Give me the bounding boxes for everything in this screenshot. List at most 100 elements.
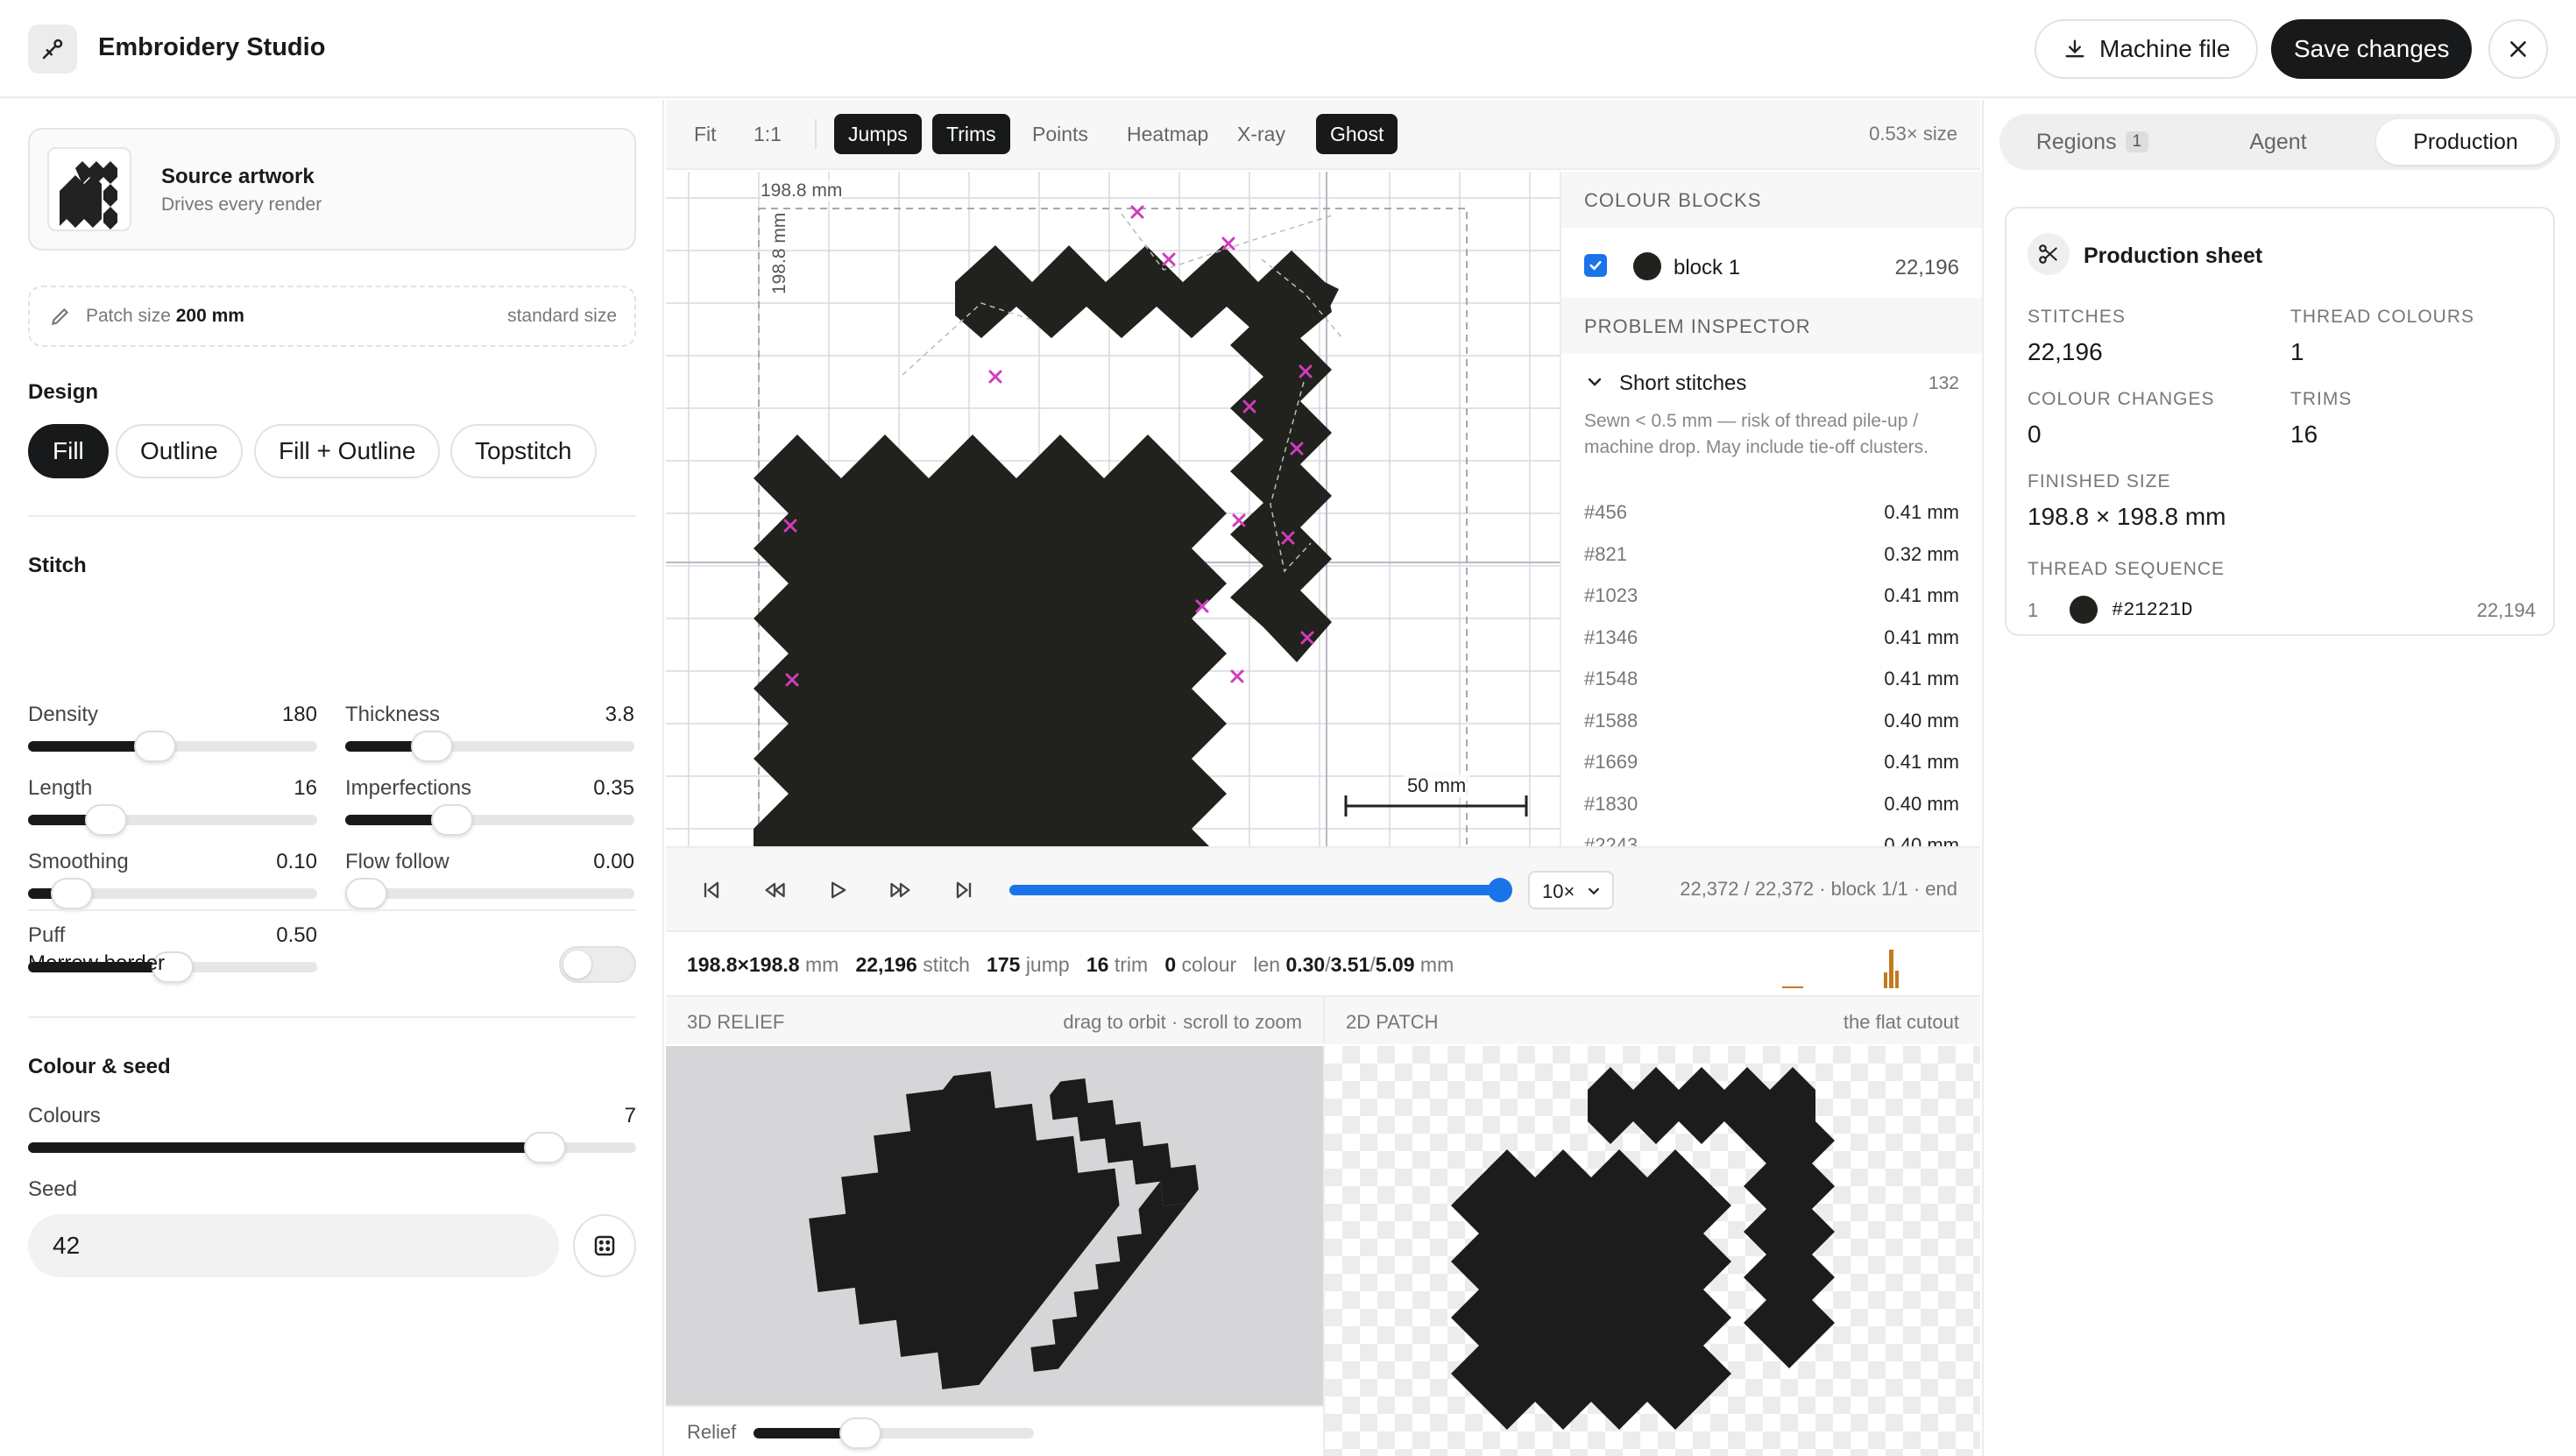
stat-trims-unit: trim (1114, 953, 1149, 976)
app-header: Embroidery Studio Machine file Save chan… (0, 0, 2576, 98)
design-option-outline[interactable]: Outline (116, 424, 243, 478)
problem-stitch-id: #1830 (1584, 792, 1638, 815)
speed-select[interactable]: 10× (1528, 871, 1614, 909)
relief-slider[interactable] (754, 1417, 1034, 1449)
tab-production[interactable]: Production (2376, 119, 2555, 165)
stat-len-label: len (1253, 953, 1281, 976)
heatmap-toggle[interactable]: Heatmap (1113, 114, 1222, 154)
problem-row[interactable]: #1588 0.40 mm (1584, 710, 1959, 732)
patch-view-title: 2D PATCH (1346, 1011, 1439, 1033)
problem-row[interactable]: #1669 0.41 mm (1584, 751, 1959, 774)
problem-stitch-id: #456 (1584, 501, 1627, 523)
close-button[interactable] (2488, 19, 2548, 79)
relief-view-title: 3D RELIEF (687, 1011, 785, 1033)
colour-block-row[interactable]: block 1 22,196 (1584, 245, 1959, 303)
flow-follow-value: 0.00 (593, 850, 634, 873)
production-sheet-card: Production sheet STITCHES 22,196 THREAD … (2005, 207, 2555, 636)
view-toolbar: Fit 1:1 Jumps Trims Points Heatmap X-ray… (666, 100, 1980, 170)
stitches-label: STITCHES (2028, 307, 2126, 327)
stitch-canvas-svg (666, 172, 1560, 846)
problem-row[interactable]: #1548 0.41 mm (1584, 668, 1959, 690)
source-artwork-title: Source artwork (161, 165, 315, 188)
tab-regions[interactable]: Regions 1 (2005, 119, 2180, 165)
colours-slider[interactable] (28, 1132, 636, 1163)
imperfections-slider[interactable] (345, 804, 634, 836)
block-name: block 1 (1674, 256, 1741, 279)
ghost-toggle[interactable]: Ghost (1316, 114, 1398, 154)
patch-size-value: 200 mm (175, 306, 244, 326)
production-sheet-title: Production sheet (2084, 244, 2263, 268)
patch-size-label: Patch size (86, 306, 171, 326)
block-stitch-count: 22,196 (1894, 256, 1959, 279)
block-color-swatch (1633, 252, 1661, 280)
flow-follow-slider[interactable] (345, 878, 634, 909)
jumps-toggle[interactable]: Jumps (834, 114, 922, 154)
machine-file-button[interactable]: Machine file (2035, 19, 2259, 79)
play-icon[interactable] (825, 878, 850, 902)
divider (28, 1016, 636, 1018)
problem-stitch-length: 0.41 mm (1884, 584, 1959, 606)
patch-size-note: standard size (507, 306, 617, 326)
trims-value: 16 (2290, 421, 2318, 448)
stat-trims: 16 (1086, 953, 1109, 976)
design-option-fill-outline[interactable]: Fill + Outline (254, 424, 441, 478)
length-label: Length (28, 776, 93, 800)
randomize-seed-button[interactable] (573, 1214, 636, 1277)
thickness-label: Thickness (345, 703, 441, 726)
tab-agent[interactable]: Agent (2190, 119, 2366, 165)
fast-forward-icon[interactable] (888, 878, 913, 902)
thread-sequence-label: THREAD SEQUENCE (2028, 559, 2226, 579)
relief-view-hint: drag to orbit · scroll to zoom (1063, 1011, 1302, 1033)
one-to-one-button[interactable]: 1:1 (740, 114, 796, 154)
stitch-length-histogram (1782, 950, 1899, 988)
machine-file-label: Machine file (2099, 35, 2231, 62)
density-slider[interactable] (28, 731, 317, 762)
relief-3d-view[interactable] (666, 1046, 1323, 1405)
trims-toggle[interactable]: Trims (932, 114, 1010, 154)
xray-toggle[interactable]: X-ray (1223, 114, 1299, 154)
problem-row[interactable]: #821 0.32 mm (1584, 543, 1959, 566)
patch-2d-view[interactable] (1323, 1046, 1980, 1456)
problem-row[interactable]: #456 0.41 mm (1584, 501, 1959, 524)
thread-count: 22,194 (2476, 599, 2536, 621)
design-option-topstitch[interactable]: Topstitch (450, 424, 597, 478)
source-artwork-card[interactable]: Source artwork Drives every render (28, 128, 636, 251)
seed-input[interactable]: 42 (28, 1214, 559, 1277)
stitches-value: 22,196 (2028, 338, 2103, 365)
chevron-down-icon (1588, 378, 1602, 386)
rewind-icon[interactable] (762, 878, 787, 902)
smoothing-slider[interactable] (28, 878, 317, 909)
preview-area: Fit 1:1 Jumps Trims Points Heatmap X-ray… (666, 100, 1982, 1456)
playback-scrubber[interactable] (1009, 878, 1512, 902)
stats-bar: 198.8×198.8 mm 22,196 stitch 175 jump 16… (666, 930, 1980, 995)
length-slider[interactable] (28, 804, 317, 836)
design-option-fill[interactable]: Fill (28, 424, 109, 478)
save-changes-button[interactable]: Save changes (2271, 19, 2473, 79)
regions-count-badge: 1 (2125, 131, 2149, 152)
short-stitches-issue[interactable]: Short stitches 132 (1584, 366, 1959, 401)
thickness-slider[interactable] (345, 731, 634, 762)
pencil-icon (51, 307, 69, 326)
dice-icon (594, 1235, 615, 1256)
scissors-icon (2028, 233, 2070, 275)
merrow-border-toggle[interactable] (559, 946, 636, 983)
stat-len-unit: mm (1419, 953, 1454, 976)
relief-view-header: 3D RELIEF drag to orbit · scroll to zoom (666, 995, 1323, 1044)
stitch-canvas[interactable]: 198.8 mm 198.8 mm 50 mm (666, 172, 1560, 846)
design-section-title: Design (28, 380, 99, 404)
problem-row[interactable]: #1830 0.40 mm (1584, 793, 1959, 816)
problem-row[interactable]: #1023 0.41 mm (1584, 584, 1959, 607)
points-toggle[interactable]: Points (1018, 114, 1102, 154)
playback-status: 22,372 / 22,372 · block 1/1 · end (1680, 878, 1957, 900)
fit-button[interactable]: Fit (680, 114, 731, 154)
patch-size-field[interactable]: Patch size 200 mm standard size (28, 286, 636, 347)
thread-hex: #21221D (2112, 599, 2193, 621)
problem-row[interactable]: #1346 0.41 mm (1584, 626, 1959, 649)
stat-stitches: 22,196 (855, 953, 917, 976)
zoom-size-readout: 0.53× size (1869, 123, 1957, 145)
puff-label: Puff (28, 923, 66, 947)
skip-end-icon[interactable] (952, 878, 976, 902)
skip-start-icon[interactable] (699, 878, 724, 902)
finished-size-label: FINISHED SIZE (2028, 471, 2171, 491)
block-visibility-checkbox[interactable] (1584, 254, 1607, 277)
